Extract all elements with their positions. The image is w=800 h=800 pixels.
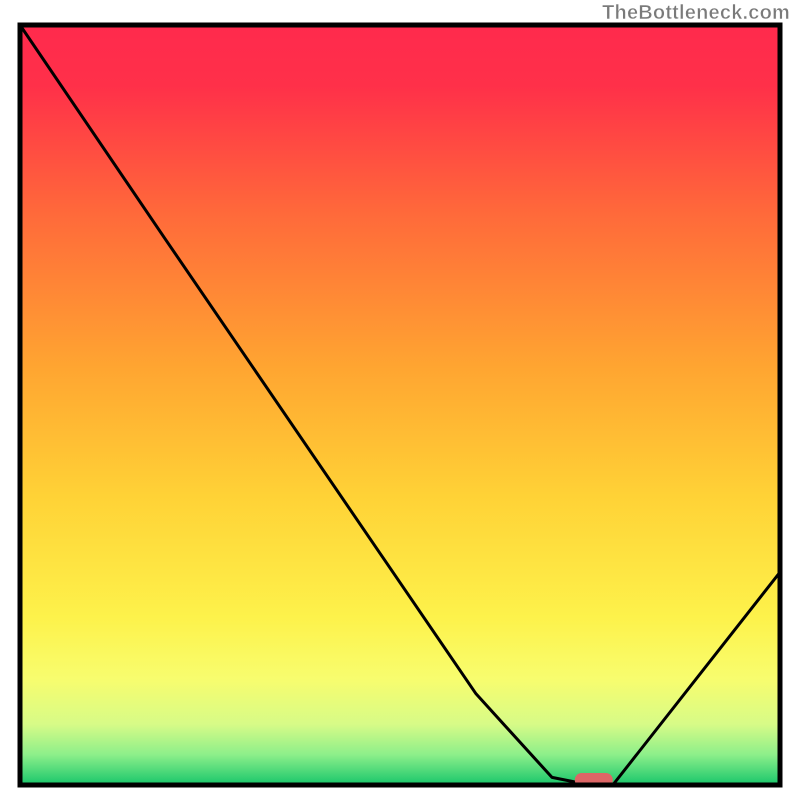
- chart-container: TheBottleneck.com: [0, 0, 800, 800]
- bottleneck-chart: [0, 0, 800, 800]
- gradient-background: [20, 25, 780, 785]
- watermark-text: TheBottleneck.com: [602, 2, 790, 25]
